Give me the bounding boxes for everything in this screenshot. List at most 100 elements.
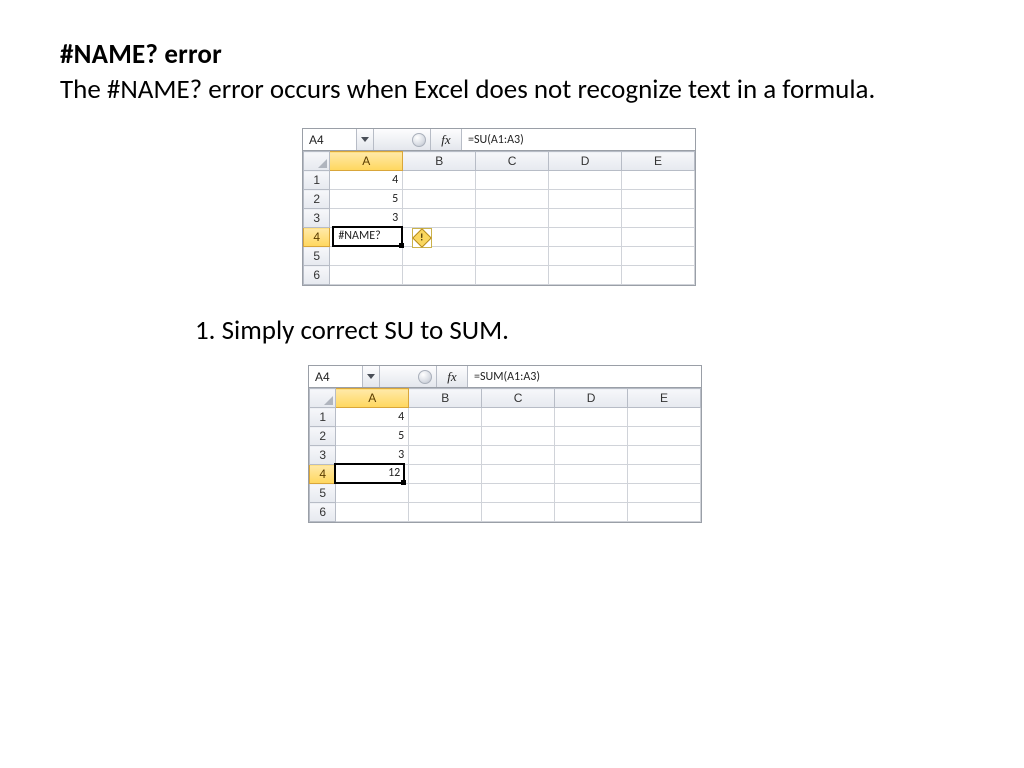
intro-text: The #NAME? error occurs when Excel does … xyxy=(60,73,964,106)
cell[interactable]: 3 xyxy=(330,209,403,228)
name-box-dropdown-icon[interactable] xyxy=(363,366,380,387)
row-header-6[interactable]: 6 xyxy=(310,503,336,522)
col-header-b[interactable]: B xyxy=(403,152,476,171)
cell[interactable] xyxy=(476,171,549,190)
cell[interactable] xyxy=(622,247,695,266)
cell[interactable] xyxy=(555,408,628,427)
row-header-5[interactable]: 5 xyxy=(304,247,330,266)
cell[interactable] xyxy=(403,190,476,209)
cell[interactable] xyxy=(409,446,482,465)
name-box[interactable]: A4 xyxy=(309,366,363,387)
col-header-d[interactable]: D xyxy=(555,389,628,408)
cell[interactable] xyxy=(555,427,628,446)
formula-input[interactable]: =SUM(A1:A3) xyxy=(468,366,701,387)
col-header-e[interactable]: E xyxy=(622,152,695,171)
cell[interactable] xyxy=(549,209,622,228)
cell[interactable] xyxy=(628,427,701,446)
col-header-c[interactable]: C xyxy=(482,389,555,408)
cell[interactable] xyxy=(476,228,549,247)
cell[interactable] xyxy=(409,484,482,503)
cell[interactable] xyxy=(482,427,555,446)
name-box[interactable]: A4 xyxy=(303,129,357,150)
spreadsheet-grid[interactable]: A B C D E 1 4 2 5 3 3 4 xyxy=(303,151,695,285)
cell[interactable] xyxy=(476,266,549,285)
cell[interactable] xyxy=(628,408,701,427)
cell[interactable] xyxy=(482,484,555,503)
cell[interactable] xyxy=(482,446,555,465)
cell[interactable] xyxy=(549,247,622,266)
spreadsheet-grid[interactable]: A B C D E 1 4 2 5 3 3 4 xyxy=(309,388,701,522)
row-header-5[interactable]: 5 xyxy=(310,484,336,503)
cell[interactable] xyxy=(403,247,476,266)
cell[interactable] xyxy=(330,247,403,266)
cell[interactable] xyxy=(628,465,701,484)
cell[interactable] xyxy=(336,484,409,503)
cell[interactable] xyxy=(409,503,482,522)
col-header-c[interactable]: C xyxy=(476,152,549,171)
select-all-corner[interactable] xyxy=(310,389,336,408)
cell[interactable]: 5 xyxy=(330,190,403,209)
cell[interactable]: 4 xyxy=(336,408,409,427)
cell[interactable]: 5 xyxy=(336,427,409,446)
cell[interactable] xyxy=(336,503,409,522)
cell[interactable] xyxy=(622,228,695,247)
formula-bar: A4 fx =SU(A1:A3) xyxy=(303,129,695,151)
cell[interactable] xyxy=(549,190,622,209)
excel-screenshot-1: A4 fx =SU(A1:A3) A B C D E 1 4 xyxy=(302,128,696,286)
select-all-corner[interactable] xyxy=(304,152,330,171)
col-header-d[interactable]: D xyxy=(549,152,622,171)
row-header-3[interactable]: 3 xyxy=(304,209,330,228)
cell[interactable] xyxy=(409,408,482,427)
cell[interactable] xyxy=(330,266,403,285)
fx-icon[interactable]: fx xyxy=(431,129,462,150)
cell[interactable] xyxy=(482,465,555,484)
cell[interactable] xyxy=(628,484,701,503)
cell[interactable] xyxy=(622,171,695,190)
row-header-4[interactable]: 4 xyxy=(310,465,336,484)
cell[interactable] xyxy=(622,190,695,209)
cancel-enter-knob-icon xyxy=(418,370,432,384)
cell[interactable] xyxy=(555,446,628,465)
cell[interactable] xyxy=(549,228,622,247)
cell[interactable] xyxy=(549,266,622,285)
excel-screenshot-2: A4 fx =SUM(A1:A3) A B C D E 1 4 xyxy=(308,365,702,523)
row-header-1[interactable]: 1 xyxy=(310,408,336,427)
fx-icon[interactable]: fx xyxy=(437,366,468,387)
cell[interactable] xyxy=(403,209,476,228)
col-header-b[interactable]: B xyxy=(409,389,482,408)
row-header-6[interactable]: 6 xyxy=(304,266,330,285)
cell[interactable] xyxy=(409,427,482,446)
row-header-4[interactable]: 4 xyxy=(304,228,330,247)
cell[interactable] xyxy=(555,465,628,484)
cell[interactable] xyxy=(628,446,701,465)
row-header-2[interactable]: 2 xyxy=(304,190,330,209)
cell-selected[interactable]: 12 xyxy=(336,465,409,484)
cell[interactable] xyxy=(409,465,482,484)
cell[interactable]: 4 xyxy=(330,171,403,190)
col-header-a[interactable]: A xyxy=(330,152,403,171)
cell[interactable] xyxy=(549,171,622,190)
cell[interactable]: 3 xyxy=(336,446,409,465)
cell-selected[interactable]: #NAME? ! xyxy=(330,228,403,247)
error-smart-tag-icon[interactable]: ! xyxy=(412,228,432,248)
formula-input[interactable]: =SU(A1:A3) xyxy=(462,129,695,150)
cell[interactable] xyxy=(555,484,628,503)
row-header-2[interactable]: 2 xyxy=(310,427,336,446)
name-box-dropdown-icon[interactable] xyxy=(357,129,374,150)
cell[interactable] xyxy=(476,247,549,266)
cell[interactable] xyxy=(482,503,555,522)
cancel-enter-knob-icon xyxy=(412,133,426,147)
col-header-a[interactable]: A xyxy=(336,389,409,408)
cell[interactable] xyxy=(628,503,701,522)
cell[interactable] xyxy=(482,408,555,427)
col-header-e[interactable]: E xyxy=(628,389,701,408)
cell[interactable] xyxy=(555,503,628,522)
cell[interactable] xyxy=(476,190,549,209)
cell[interactable] xyxy=(622,266,695,285)
row-header-1[interactable]: 1 xyxy=(304,171,330,190)
cell[interactable] xyxy=(476,209,549,228)
cell[interactable] xyxy=(403,171,476,190)
cell[interactable] xyxy=(622,209,695,228)
row-header-3[interactable]: 3 xyxy=(310,446,336,465)
cell[interactable] xyxy=(403,266,476,285)
